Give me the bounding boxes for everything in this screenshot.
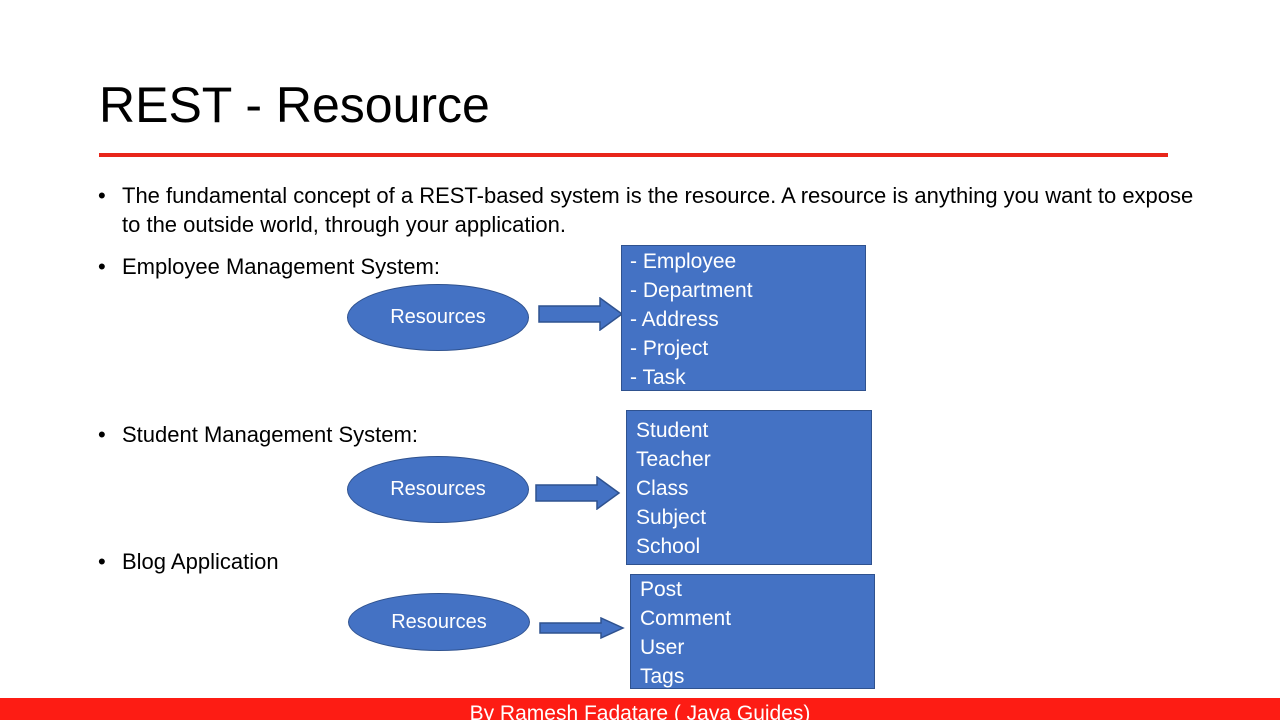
resource-item: Student	[636, 419, 709, 442]
resource-list-box: Post Comment User Tags	[630, 574, 875, 689]
resource-item: Comment	[640, 607, 732, 630]
resource-item: User	[640, 636, 685, 659]
resource-list-box: Student Teacher Class Subject School	[626, 410, 872, 565]
arrow-right-icon	[538, 297, 624, 331]
resource-item: - Employee	[630, 250, 737, 273]
section-label: Student Management System:	[122, 422, 418, 447]
resources-node: Resources	[347, 284, 529, 351]
resource-item: - Department	[630, 279, 753, 302]
arrow-right-icon	[539, 617, 625, 640]
resource-item: School	[636, 535, 701, 558]
footer-bar: By Ramesh Fadatare ( Java Guides)	[0, 698, 1280, 720]
resource-item: Subject	[636, 506, 707, 529]
footer-credit: By Ramesh Fadatare ( Java Guides)	[469, 702, 811, 720]
resource-item: - Project	[630, 337, 709, 360]
resource-item: - Task	[630, 366, 686, 389]
resources-node: Resources	[347, 456, 529, 523]
resources-node: Resources	[348, 593, 530, 651]
bullet-dot: •	[98, 422, 106, 447]
section-label: Blog Application	[122, 549, 279, 574]
intro-text: The fundamental concept of a REST-based …	[122, 183, 1194, 237]
slide-title: REST - Resource	[99, 77, 490, 133]
bullet-dot: •	[98, 183, 106, 208]
title-underline	[99, 153, 1168, 157]
bullet-dot: •	[98, 254, 106, 279]
resource-item: Post	[640, 578, 683, 601]
bullet-dot: •	[98, 549, 106, 574]
resource-item: Tags	[640, 665, 685, 688]
section-label: Employee Management System:	[122, 254, 440, 279]
resource-list-box: - Employee - Department - Address - Proj…	[621, 245, 866, 391]
resource-item: - Address	[630, 308, 719, 331]
arrow-right-icon	[535, 476, 621, 510]
resource-item: Teacher	[636, 448, 711, 471]
resource-item: Class	[636, 477, 689, 500]
